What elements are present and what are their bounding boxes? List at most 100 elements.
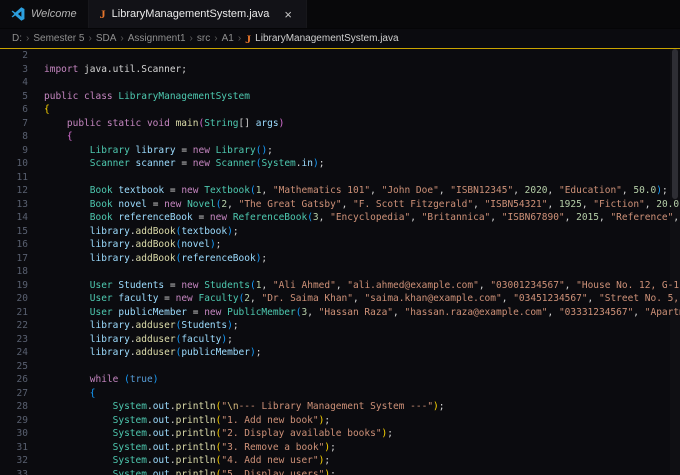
code-line: 24 library.adduser(publicMember); bbox=[0, 346, 680, 360]
breadcrumb-separator: › bbox=[26, 33, 30, 44]
line-number: 33 bbox=[16, 468, 28, 475]
code-line: 8 { bbox=[0, 130, 680, 144]
code-line-content: Scanner scanner = new Scanner(System.in)… bbox=[89, 158, 325, 169]
code-line: 25 bbox=[0, 360, 680, 374]
code-line: 27 { bbox=[0, 387, 680, 401]
line-number: 3 bbox=[22, 63, 28, 75]
line-number: 21 bbox=[16, 306, 28, 318]
line-number: 16 bbox=[16, 239, 28, 250]
code-line: 33 System.out.println("5. Display users"… bbox=[0, 468, 680, 475]
tab-library-management-system[interactable]: J LibraryManagementSystem.java × bbox=[88, 0, 307, 28]
breadcrumb-separator: › bbox=[88, 33, 92, 44]
code-line-content: System.out.println("4. Add new user"); bbox=[112, 455, 331, 466]
code-line: 23 library.adduser(faculty); bbox=[0, 333, 680, 347]
breadcrumb-item[interactable]: src bbox=[197, 33, 210, 44]
code-line-content: Book referenceBook = new ReferenceBook(3… bbox=[89, 212, 680, 223]
code-line-content: { bbox=[89, 387, 96, 399]
breadcrumb-item[interactable]: D: bbox=[12, 33, 22, 44]
code-line-content: library.adduser(Students); bbox=[89, 320, 239, 331]
code-line: 28 System.out.println("\n--- Library Man… bbox=[0, 400, 680, 414]
line-number: 30 bbox=[16, 428, 28, 439]
breadcrumb-separator: › bbox=[237, 33, 242, 44]
line-number: 31 bbox=[16, 441, 28, 453]
code-line-content: library.addBook(novel); bbox=[89, 239, 222, 250]
code-line: 7 public static void main(String[] args) bbox=[0, 117, 680, 131]
code-line: 6{ bbox=[0, 103, 680, 117]
code-line: 31 System.out.println("3. Remove a book"… bbox=[0, 441, 680, 455]
code-line: 9 Library library = new Library(); bbox=[0, 144, 680, 158]
line-number: 13 bbox=[16, 198, 28, 210]
line-number: 29 bbox=[16, 414, 28, 426]
code-line-content: User Students = new Students(1, "Ali Ahm… bbox=[89, 279, 680, 291]
code-line-content: Book textbook = new Textbook(1, "Mathema… bbox=[89, 185, 668, 196]
code-line-content: library.addBook(textbook); bbox=[89, 225, 239, 237]
code-line-content: public static void main(String[] args) bbox=[66, 117, 285, 129]
code-line: 21 User publicMember = new PublicMember(… bbox=[0, 306, 680, 320]
breadcrumb-file-label: LibraryManagementSystem.java bbox=[255, 33, 399, 44]
vertical-scrollbar[interactable] bbox=[670, 49, 680, 475]
code-line-content: library.addBook(referenceBook); bbox=[89, 252, 268, 264]
scrollbar-thumb[interactable] bbox=[672, 49, 678, 199]
close-icon[interactable]: × bbox=[281, 7, 295, 22]
line-number: 8 bbox=[22, 131, 28, 142]
breadcrumb-separator: › bbox=[189, 33, 193, 44]
code-line-content: { bbox=[66, 131, 73, 142]
line-number: 25 bbox=[16, 360, 28, 372]
code-line-content: public class LibraryManagementSystem bbox=[44, 90, 250, 102]
code-editor[interactable]: 2 3 import java.util.Scanner; 4 5 public clas… bbox=[0, 49, 680, 475]
code-line: 16 library.addBook(novel); bbox=[0, 238, 680, 252]
breadcrumb-item[interactable]: A1 bbox=[222, 33, 234, 44]
code-line: 10 Scanner scanner = new Scanner(System.… bbox=[0, 157, 680, 171]
breadcrumb-item[interactable]: Semester 5 bbox=[33, 33, 84, 44]
code-line: 15 library.addBook(textbook); bbox=[0, 225, 680, 239]
code-line-content: while (true) bbox=[89, 374, 159, 385]
code-line: 3 import java.util.Scanner; bbox=[0, 63, 680, 77]
code-line-content: System.out.println("5. Display users"); bbox=[112, 468, 336, 475]
line-number: 23 bbox=[16, 333, 28, 345]
code-line: 4 bbox=[0, 76, 680, 90]
code-line: 30 System.out.println("2. Display availa… bbox=[0, 427, 680, 441]
code-line-content: { bbox=[44, 104, 50, 115]
line-number: 18 bbox=[16, 266, 28, 277]
code-line: 20 User faculty = new Faculty(2, "Dr. Sa… bbox=[0, 292, 680, 306]
line-number: 2 bbox=[22, 50, 28, 61]
code-line-content: System.out.println("2. Display available… bbox=[112, 428, 394, 439]
line-number: 9 bbox=[22, 144, 28, 156]
line-number: 11 bbox=[16, 171, 28, 183]
tab-welcome[interactable]: Welcome bbox=[0, 0, 89, 28]
vscode-logo-icon bbox=[11, 7, 25, 21]
java-file-icon: J bbox=[99, 7, 106, 21]
code-line-content: User publicMember = new PublicMember(3, … bbox=[89, 306, 680, 318]
code-line-content: import java.util.Scanner; bbox=[44, 63, 187, 75]
code-line-content: Book novel = new Novel(2, "The Great Gat… bbox=[89, 198, 680, 210]
code-line: 11 bbox=[0, 171, 680, 185]
code-line: 13 Book novel = new Novel(2, "The Great … bbox=[0, 198, 680, 212]
line-number: 19 bbox=[16, 279, 28, 291]
line-number: 5 bbox=[22, 90, 28, 102]
code-line: 12 Book textbook = new Textbook(1, "Math… bbox=[0, 184, 680, 198]
java-file-icon: J bbox=[245, 31, 252, 46]
code-line-content: library.adduser(faculty); bbox=[89, 333, 233, 345]
breadcrumb-item[interactable]: SDA bbox=[96, 33, 117, 44]
code-line: 17 library.addBook(referenceBook); bbox=[0, 252, 680, 266]
line-number: 12 bbox=[16, 185, 28, 196]
vscode-window: Welcome J LibraryManagementSystem.java ×… bbox=[0, 0, 680, 475]
code-line-content: System.out.println("3. Remove a book"); bbox=[112, 441, 336, 453]
code-line: 29 System.out.println("1. Add new book")… bbox=[0, 414, 680, 428]
code-line: 14 Book referenceBook = new ReferenceBoo… bbox=[0, 211, 680, 225]
breadcrumb-file[interactable]: J LibraryManagementSystem.java bbox=[245, 33, 398, 45]
breadcrumb-separator: › bbox=[214, 33, 218, 44]
line-number: 26 bbox=[16, 374, 28, 385]
code-line-content: Library library = new Library(); bbox=[89, 144, 273, 156]
code-line-content: User faculty = new Faculty(2, "Dr. Saima… bbox=[89, 293, 680, 304]
line-number: 32 bbox=[16, 455, 28, 466]
line-number: 24 bbox=[16, 347, 28, 358]
line-number: 10 bbox=[16, 158, 28, 169]
code-line: 19 User Students = new Students(1, "Ali … bbox=[0, 279, 680, 293]
code-line: 2 bbox=[0, 49, 680, 63]
line-number: 22 bbox=[16, 320, 28, 331]
breadcrumb-item[interactable]: Assignment1 bbox=[128, 33, 186, 44]
code-line-content: System.out.println("\n--- Library Manage… bbox=[112, 401, 445, 412]
line-number: 7 bbox=[22, 117, 28, 129]
code-line: 26 while (true) bbox=[0, 373, 680, 387]
